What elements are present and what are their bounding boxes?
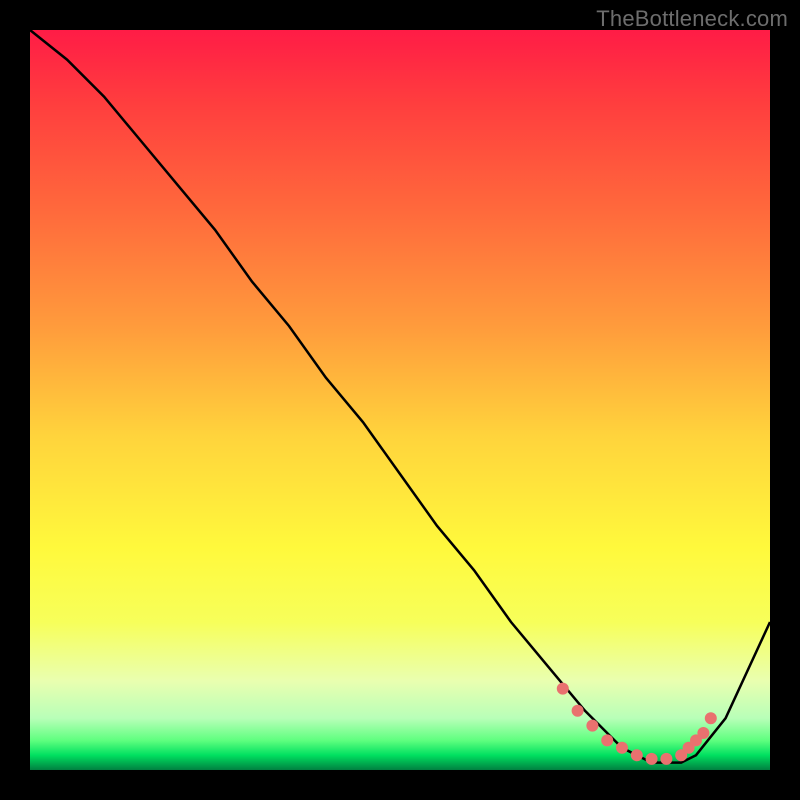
optimal-point: [601, 734, 613, 746]
optimal-point: [572, 705, 584, 717]
optimal-point: [705, 712, 717, 724]
optimal-point: [557, 683, 569, 695]
chart-svg: [30, 30, 770, 770]
optimal-point: [646, 753, 658, 765]
plot-area: [30, 30, 770, 770]
optimal-point: [631, 749, 643, 761]
frame: TheBottleneck.com: [0, 0, 800, 800]
optimal-point: [697, 727, 709, 739]
optimal-point: [660, 753, 672, 765]
optimal-range-markers: [557, 683, 717, 765]
bottleneck-curve: [30, 30, 770, 763]
optimal-point: [616, 742, 628, 754]
optimal-point: [586, 720, 598, 732]
watermark-text: TheBottleneck.com: [596, 6, 788, 32]
